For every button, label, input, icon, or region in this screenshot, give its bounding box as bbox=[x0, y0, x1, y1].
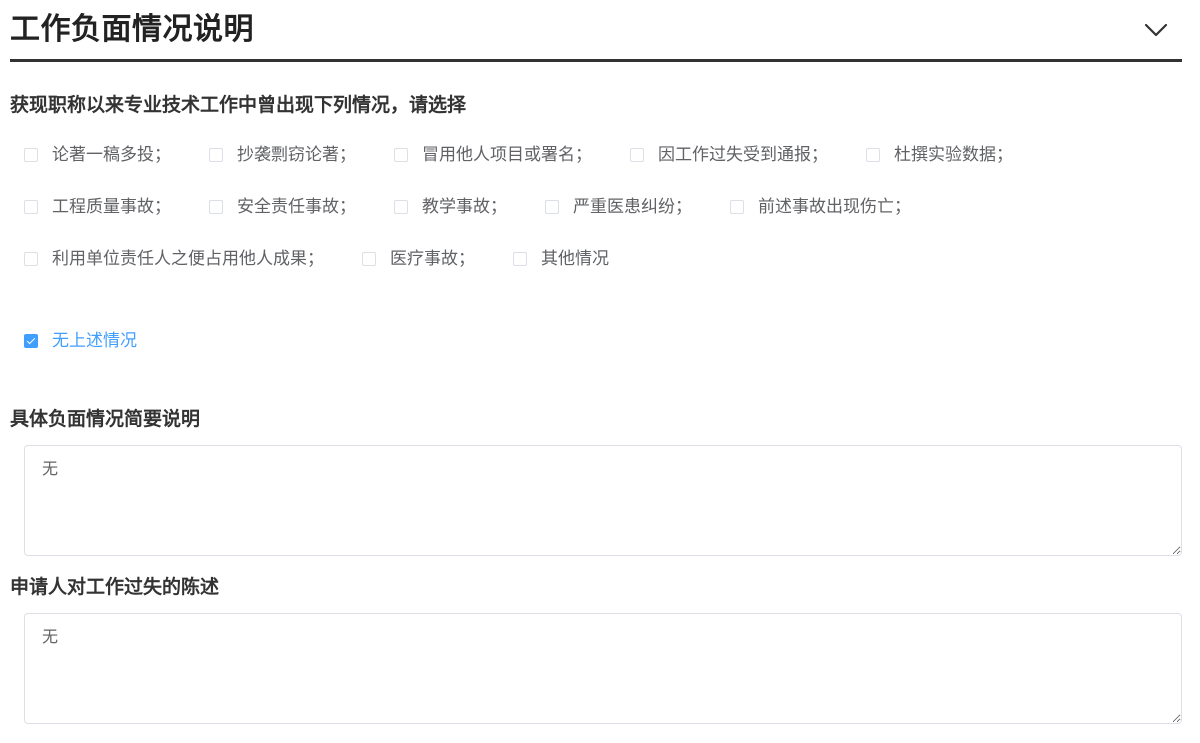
checkbox[interactable] bbox=[24, 200, 38, 214]
checkbox-label[interactable]: 前述事故出现伤亡； bbox=[758, 195, 911, 219]
checkbox-row-2: 工程质量事故； 安全责任事故； 教学事故； 严重医患纠纷； 前述事故出现伤亡； bbox=[24, 195, 949, 219]
checkbox-label[interactable]: 严重医患纠纷； bbox=[573, 195, 692, 219]
checkbox-item[interactable]: 冒用他人项目或署名； bbox=[394, 143, 592, 167]
checkbox-item[interactable]: 教学事故； bbox=[394, 195, 507, 219]
checkbox[interactable] bbox=[209, 200, 223, 214]
checkbox[interactable] bbox=[394, 200, 408, 214]
no-such-situation-option[interactable]: 无上述情况 bbox=[24, 329, 137, 353]
checkbox-label[interactable]: 其他情况 bbox=[541, 247, 609, 271]
checkbox[interactable] bbox=[394, 148, 408, 162]
checkbox-item[interactable]: 利用单位责任人之便占用他人成果； bbox=[24, 247, 324, 271]
checkbox-item[interactable]: 医疗事故； bbox=[362, 247, 475, 271]
checkbox-label[interactable]: 教学事故； bbox=[422, 195, 507, 219]
checkbox-label[interactable]: 安全责任事故； bbox=[237, 195, 356, 219]
checkbox[interactable] bbox=[630, 148, 644, 162]
checkbox[interactable] bbox=[24, 252, 38, 266]
checkbox-item[interactable]: 严重医患纠纷； bbox=[545, 195, 692, 219]
checkbox-label[interactable]: 论著一稿多投； bbox=[52, 143, 171, 167]
chevron-down-icon[interactable] bbox=[1142, 16, 1170, 44]
section-header: 工作负面情况说明 bbox=[10, 0, 1182, 62]
checkbox[interactable] bbox=[730, 200, 744, 214]
checkbox[interactable] bbox=[24, 334, 38, 348]
summary-label: 具体负面情况简要说明 bbox=[10, 408, 201, 430]
checkbox-row-3: 利用单位责任人之便占用他人成果； 医疗事故； 其他情况 bbox=[24, 247, 647, 271]
checkbox[interactable] bbox=[513, 252, 527, 266]
checkbox[interactable] bbox=[866, 148, 880, 162]
checkbox[interactable] bbox=[209, 148, 223, 162]
question-label: 获现职称以来专业技术工作中曾出现下列情况，请选择 bbox=[10, 94, 467, 116]
checkbox-label[interactable]: 工程质量事故； bbox=[52, 195, 171, 219]
checkbox-label[interactable]: 无上述情况 bbox=[52, 329, 137, 353]
checkbox-label[interactable]: 抄袭剽窃论著； bbox=[237, 143, 356, 167]
checkbox[interactable] bbox=[24, 148, 38, 162]
checkbox-item[interactable]: 安全责任事故； bbox=[209, 195, 356, 219]
checkbox-label[interactable]: 利用单位责任人之便占用他人成果； bbox=[52, 247, 324, 271]
statement-label: 申请人对工作过失的陈述 bbox=[10, 576, 220, 598]
checkbox[interactable] bbox=[545, 200, 559, 214]
section-title: 工作负面情况说明 bbox=[10, 12, 254, 47]
checkbox-row-1: 论著一稿多投； 抄袭剽窃论著； 冒用他人项目或署名； 因工作过失受到通报； 杜撰… bbox=[24, 143, 1051, 167]
checkbox-item[interactable]: 杜撰实验数据； bbox=[866, 143, 1013, 167]
checkbox-item[interactable]: 抄袭剽窃论著； bbox=[209, 143, 356, 167]
checkbox-item[interactable]: 前述事故出现伤亡； bbox=[730, 195, 911, 219]
summary-textarea[interactable]: 无 bbox=[24, 445, 1182, 556]
statement-textarea[interactable]: 无 bbox=[24, 613, 1182, 724]
checkbox-item[interactable]: 论著一稿多投； bbox=[24, 143, 171, 167]
checkbox-label[interactable]: 杜撰实验数据； bbox=[894, 143, 1013, 167]
checkbox-label[interactable]: 因工作过失受到通报； bbox=[658, 143, 828, 167]
checkbox-label[interactable]: 医疗事故； bbox=[390, 247, 475, 271]
checkbox[interactable] bbox=[362, 252, 376, 266]
checkbox-item[interactable]: 其他情况 bbox=[513, 247, 609, 271]
checkbox-row-none: 无上述情况 bbox=[24, 329, 175, 353]
checkbox-item[interactable]: 因工作过失受到通报； bbox=[630, 143, 828, 167]
checkbox-label[interactable]: 冒用他人项目或署名； bbox=[422, 143, 592, 167]
checkbox-item[interactable]: 工程质量事故； bbox=[24, 195, 171, 219]
